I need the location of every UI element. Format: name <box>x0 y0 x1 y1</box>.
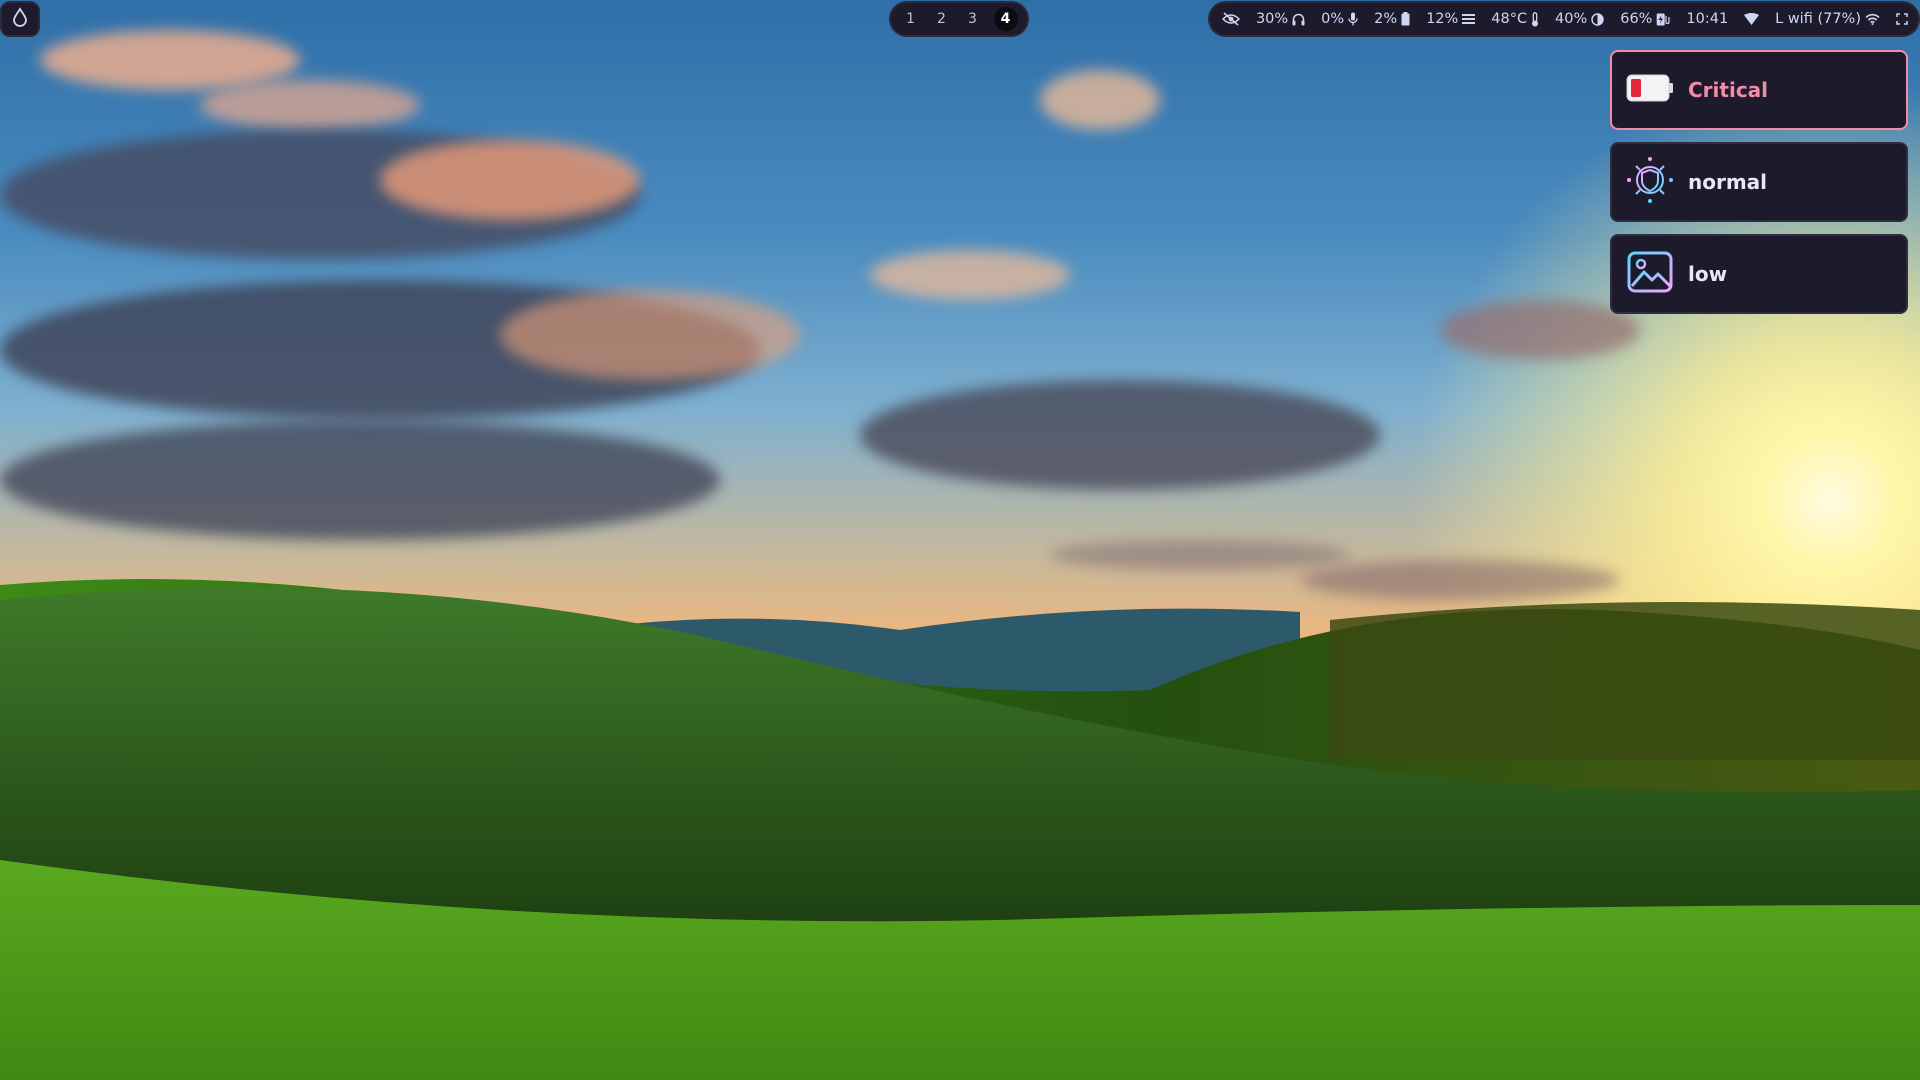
wifi-icon <box>1865 13 1880 25</box>
app-launcher-button[interactable] <box>0 1 40 37</box>
notification-low[interactable]: low <box>1610 234 1908 314</box>
memory-value: 12% <box>1426 11 1459 27</box>
mic-value: 0% <box>1321 11 1345 27</box>
microphone-icon <box>1348 12 1358 26</box>
cpu-module: 2% <box>1374 11 1410 27</box>
workspace-2-button[interactable]: 2 <box>932 9 952 29</box>
temperature-module: 48°C <box>1491 11 1539 27</box>
battery-charging-icon <box>1656 12 1671 26</box>
status-bar: 30% 0% 2% 12% 48°C 40% 66% 10:41 L wifi … <box>1208 1 1920 37</box>
volume-value: 30% <box>1255 11 1289 27</box>
wifi-icon <box>1744 13 1760 25</box>
workspace-1-button[interactable]: 1 <box>901 9 921 29</box>
clock[interactable]: 10:41 <box>1686 11 1728 27</box>
image-icon <box>1626 250 1674 298</box>
battery-low-icon <box>1626 72 1674 108</box>
notification-title: low <box>1688 262 1728 286</box>
idle-inhibitor[interactable] <box>1222 12 1240 26</box>
notification-title: Critical <box>1688 78 1769 102</box>
network-value: L wifi (77%) <box>1775 11 1861 27</box>
backlight-value: 40% <box>1555 11 1588 27</box>
vpn-shield-icon <box>1626 156 1674 208</box>
headphones-icon <box>1292 13 1305 26</box>
menu-icon <box>1462 13 1476 25</box>
eye-off-icon <box>1222 12 1240 26</box>
volume-module[interactable]: 30% <box>1256 11 1305 27</box>
notification-normal[interactable]: normal <box>1610 142 1908 222</box>
battery-module: 66% <box>1620 11 1671 27</box>
droplet-icon <box>11 7 29 31</box>
thermometer-icon <box>1531 11 1539 27</box>
cpu-value: 2% <box>1374 11 1398 27</box>
notification-title: normal <box>1688 170 1768 194</box>
workspace-4-button[interactable]: 4 <box>993 7 1018 31</box>
temperature-value: 48°C <box>1491 11 1528 27</box>
workspace-3-button[interactable]: 3 <box>963 9 983 29</box>
battery-icon <box>1401 12 1410 26</box>
notification-critical[interactable]: Critical <box>1610 50 1908 130</box>
memory-module: 12% <box>1426 11 1476 27</box>
battery-value: 66% <box>1620 11 1653 27</box>
wifi-indicator[interactable] <box>1744 13 1760 25</box>
network-module[interactable]: L wifi (77%) <box>1775 11 1880 27</box>
mic-module[interactable]: 0% <box>1321 11 1358 27</box>
half-circle-icon <box>1591 12 1604 26</box>
backlight-module[interactable]: 40% <box>1555 11 1604 27</box>
power-icon <box>1896 13 1908 25</box>
power-button[interactable] <box>1896 13 1908 25</box>
workspace-switcher: 1 2 3 4 <box>889 1 1029 37</box>
